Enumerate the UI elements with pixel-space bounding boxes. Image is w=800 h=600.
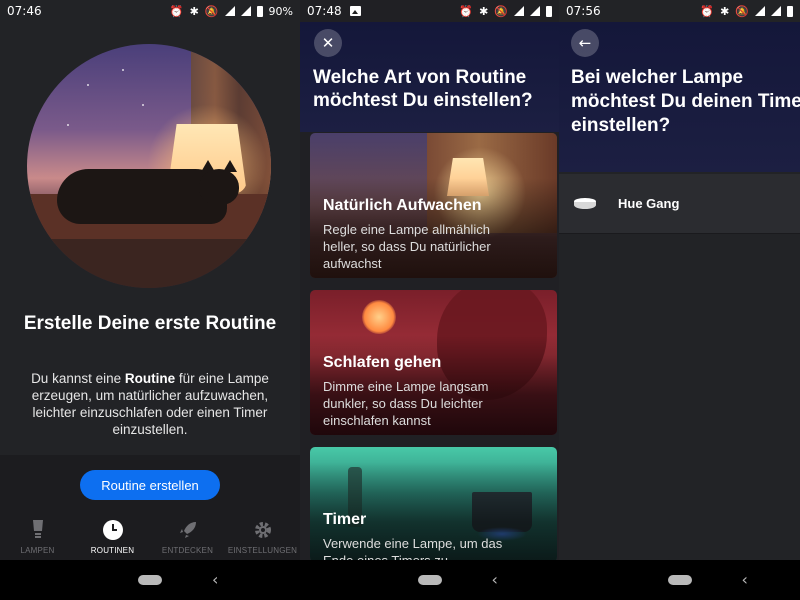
status-icons: ⏰ ✱ 🔕	[459, 5, 552, 18]
mute-icon: 🔕	[494, 4, 508, 18]
clock-icon	[102, 519, 124, 541]
tab-entdecken[interactable]: ENTDECKEN	[150, 513, 225, 560]
system-nav-bar: ‹	[300, 560, 559, 600]
tab-einstellungen[interactable]: EINSTELLUNGEN	[225, 513, 300, 560]
lamp-list-item[interactable]: Hue Gang	[559, 174, 800, 234]
lamp-select-screen: 07:56 ⏰ ✱ 🔕 ← Bei welcher Lampe möchtest…	[559, 0, 800, 600]
gallery-icon	[349, 6, 361, 16]
routine-card-timer[interactable]: Timer Verwende eine Lampe, um das Ende e…	[310, 447, 557, 562]
status-bar: 07:46 ⏰ ✱ 🔕 90%	[0, 0, 300, 22]
status-bar: 07:56 ⏰ ✱ 🔕	[559, 0, 800, 22]
back-button[interactable]: ‹	[492, 570, 498, 589]
back-arrow-icon: ←	[578, 34, 592, 52]
page-title: Bei welcher Lampe möchtest Du deinen Tim…	[571, 67, 800, 136]
alarm-icon: ⏰	[700, 4, 715, 18]
back-arrow-button[interactable]: ←	[571, 29, 599, 57]
home-button[interactable]	[417, 575, 442, 585]
status-icons: ⏰ ✱ 🔕 90%	[170, 5, 293, 18]
card-title: Natürlich Aufwachen	[323, 197, 482, 214]
bluetooth-icon: ✱	[189, 4, 199, 18]
gear-icon	[252, 519, 274, 541]
page-title: Erstelle Deine erste Routine	[23, 313, 277, 334]
back-button[interactable]: ‹	[742, 570, 748, 589]
hero-illustration	[27, 44, 271, 288]
status-icons: ⏰ ✱ 🔕	[700, 5, 793, 18]
card-description: Dimme eine Lampe langsam dunkler, so das…	[323, 379, 489, 428]
bluetooth-icon: ✱	[720, 4, 730, 18]
close-icon: ✕	[321, 34, 335, 52]
signal-icon	[514, 6, 524, 16]
card-description: Regle eine Lampe allmählich heller, so d…	[323, 222, 491, 271]
routine-card-go-to-sleep[interactable]: Schlafen gehen Dimme eine Lampe langsam …	[310, 290, 557, 435]
bulb-icon	[27, 519, 49, 541]
tab-routinen[interactable]: ROUTINEN	[75, 513, 150, 560]
tab-label: ROUTINEN	[90, 546, 135, 555]
tab-label: EINSTELLUNGEN	[227, 546, 298, 555]
lamp-name: Hue Gang	[618, 196, 680, 211]
tab-lampen[interactable]: LAMPEN	[0, 513, 75, 560]
tab-label: LAMPEN	[20, 546, 55, 555]
mute-icon: 🔕	[735, 4, 749, 18]
alarm-icon: ⏰	[459, 4, 474, 18]
battery-percent: 90%	[268, 4, 293, 18]
card-description: Verwende eine Lampe, um das Ende eines T…	[323, 536, 503, 562]
system-nav-bar: ‹	[559, 560, 800, 600]
system-nav-bar: ‹	[0, 560, 300, 600]
alarm-icon: ⏰	[169, 4, 184, 18]
page-title: Welche Art von Routine möchtest Du einst…	[313, 67, 533, 111]
home-button[interactable]	[138, 575, 162, 585]
wifi-icon	[530, 6, 540, 16]
wifi-icon	[240, 6, 251, 16]
routine-type-screen: 07:48 ⏰ ✱ 🔕 ✕ Welche Art von Routine möc…	[300, 0, 559, 600]
signal-icon	[224, 6, 235, 16]
signal-icon	[755, 6, 765, 16]
bluetooth-icon: ✱	[479, 4, 489, 18]
battery-icon	[787, 5, 793, 17]
mute-icon: 🔕	[204, 4, 219, 18]
card-title: Timer	[323, 511, 367, 528]
back-button[interactable]: ‹	[212, 570, 218, 589]
rocket-icon	[177, 519, 199, 541]
status-time: 07:56	[566, 4, 601, 18]
tab-label: ENTDECKEN	[161, 546, 214, 555]
routines-empty-screen: 07:46 ⏰ ✱ 🔕 90% Erstelle Deine erste Rou…	[0, 0, 300, 600]
create-routine-button[interactable]: Routine erstellen	[80, 470, 220, 500]
bottom-tab-bar: LAMPEN ROUTINEN ENTDECKEN EINSTELLUNGEN	[0, 513, 300, 560]
battery-icon	[256, 5, 263, 17]
intro-text: Du kannst eine Routine für eine Lampe er…	[31, 371, 269, 437]
status-time: 07:48	[307, 4, 342, 18]
card-title: Schlafen gehen	[323, 354, 442, 371]
wifi-icon	[771, 6, 781, 16]
lamp-icon	[574, 197, 596, 210]
close-button[interactable]: ✕	[314, 29, 342, 57]
routine-card-wake-up[interactable]: Natürlich Aufwachen Regle eine Lampe all…	[310, 133, 557, 278]
status-bar: 07:48 ⏰ ✱ 🔕	[300, 0, 559, 22]
status-time: 07:46	[7, 4, 42, 18]
home-button[interactable]	[667, 575, 692, 585]
battery-icon	[546, 5, 552, 17]
